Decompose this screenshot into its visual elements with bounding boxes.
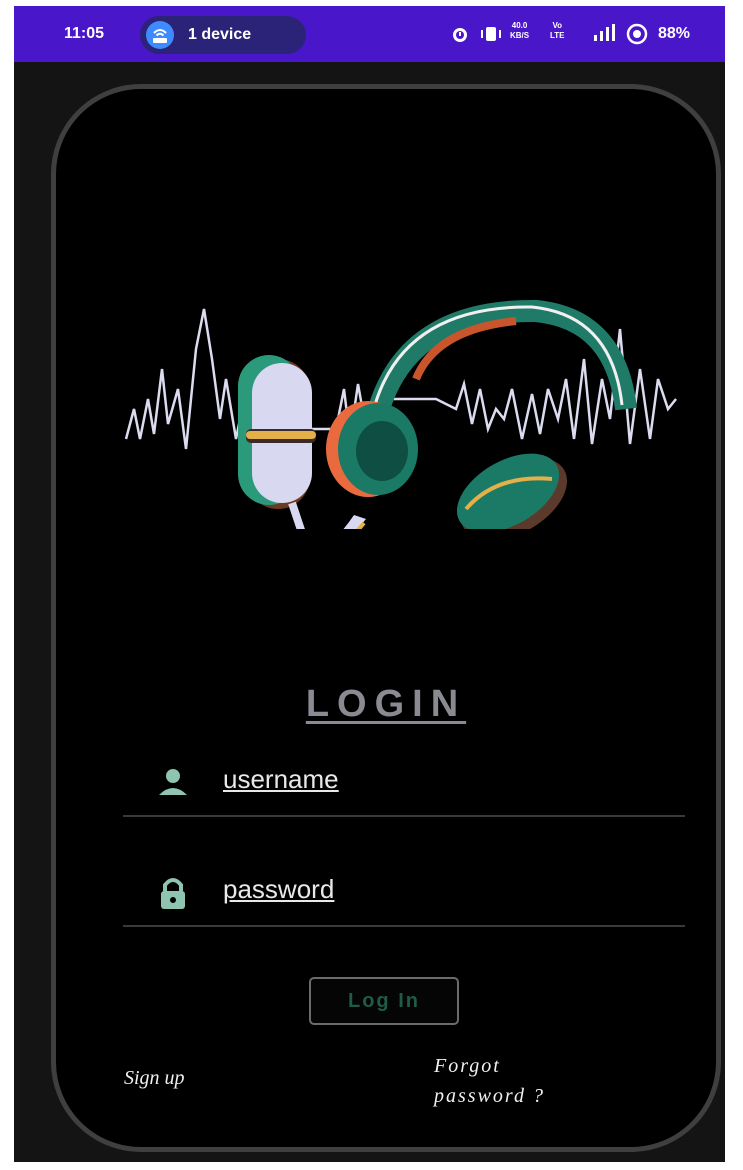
- password-input[interactable]: [223, 869, 623, 909]
- network-speed: 40.0 KB/S: [510, 21, 529, 41]
- signal-icon: [592, 24, 616, 47]
- forgot-line-1: Forgot: [434, 1055, 501, 1077]
- signup-link[interactable]: Sign up: [124, 1067, 185, 1090]
- vibrate-icon: [480, 24, 502, 49]
- speed-value: 40.0: [511, 21, 528, 30]
- password-field: [123, 855, 685, 927]
- login-card: LOGIN Log In Sign up Forgot password ?: [51, 84, 721, 1152]
- status-bar: 11:05 1 device 40.0 KB/S Vo LTE 88%: [14, 6, 725, 62]
- device-chip[interactable]: 1 device: [140, 16, 306, 54]
- headphones-microphone-illustration: [124, 299, 677, 529]
- battery-level: 88%: [658, 25, 691, 42]
- password-divider: [123, 925, 685, 927]
- status-time: 11:05: [64, 25, 105, 42]
- forgot-line-2: password ?: [434, 1085, 545, 1107]
- username-input[interactable]: [223, 759, 623, 799]
- alarm-icon: [450, 24, 470, 49]
- hotspot-icon: [146, 21, 174, 49]
- speed-unit: KB/S: [510, 31, 530, 40]
- battery-saver-icon: [626, 23, 648, 50]
- person-icon: [153, 763, 193, 803]
- login-button[interactable]: Log In: [309, 977, 459, 1025]
- volte-top: Vo: [552, 21, 563, 30]
- username-field: [123, 745, 685, 817]
- phone-screen: 11:05 1 device 40.0 KB/S Vo LTE 88% LOGI…: [14, 6, 725, 1162]
- login-title: LOGIN: [305, 683, 467, 725]
- forgot-password-link[interactable]: Forgot password ?: [434, 1051, 604, 1111]
- username-divider: [123, 815, 685, 817]
- volte-bottom: LTE: [550, 31, 565, 40]
- device-chip-label: 1 device: [188, 26, 252, 43]
- volte-indicator: Vo LTE: [550, 21, 565, 41]
- lock-icon: [153, 873, 193, 913]
